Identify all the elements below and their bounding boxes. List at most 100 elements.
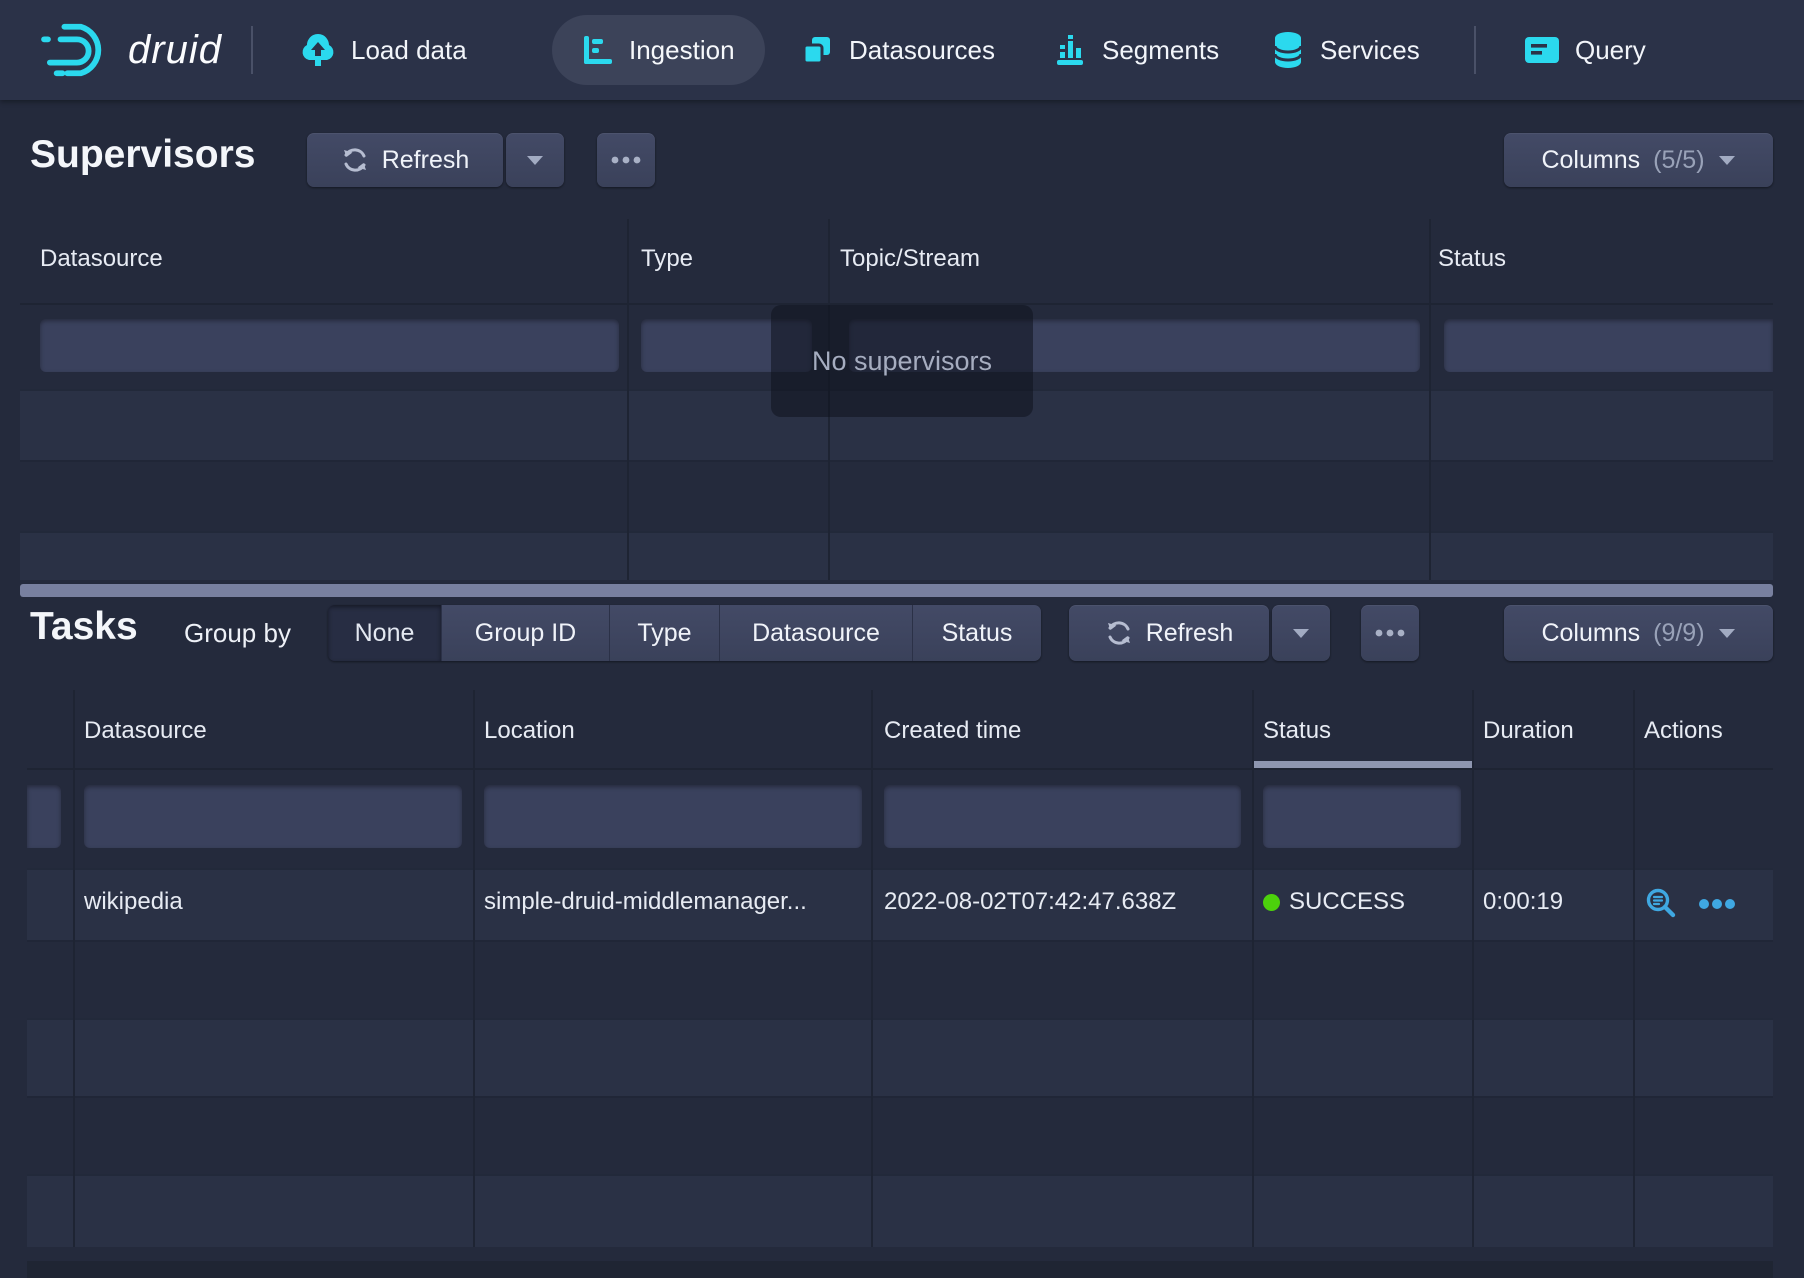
datasources-icon: [800, 33, 834, 67]
row-divider: [27, 1096, 1773, 1098]
task-detail-search-icon[interactable]: [1644, 887, 1678, 921]
row-divider: [27, 940, 1773, 942]
supervisors-col-type[interactable]: Type: [641, 245, 693, 273]
task-created-time-cell: 2022-08-02T07:42:47.638Z: [884, 888, 1239, 916]
tasks-created-time-filter-input[interactable]: [884, 785, 1241, 848]
supervisors-table: Datasource Type Topic/Stream Status No s…: [20, 219, 1773, 580]
row-divider: [27, 1174, 1773, 1176]
nav-ingestion-active[interactable]: Ingestion: [552, 15, 765, 85]
task-location-cell: simple-druid-middlemanager...: [484, 888, 859, 916]
column-divider[interactable]: [1633, 690, 1635, 1247]
supervisors-title: Supervisors: [30, 133, 255, 177]
tasks-title: Tasks: [30, 605, 138, 649]
nav-datasources-label: Datasources: [849, 35, 995, 66]
tasks-col-datasource[interactable]: Datasource: [84, 717, 207, 745]
nav-services[interactable]: Services: [1271, 0, 1420, 100]
supervisors-col-datasource[interactable]: Datasource: [40, 245, 163, 273]
tasks-col-status-sorted[interactable]: Status: [1263, 717, 1331, 745]
chevron-down-icon: [1718, 627, 1736, 639]
empty-row: [20, 531, 1773, 580]
row-divider: [27, 1018, 1773, 1020]
no-supervisors-overlay: No supervisors: [771, 305, 1033, 417]
ingestion-icon: [582, 34, 614, 66]
supervisors-more-button[interactable]: [597, 133, 655, 187]
tasks-refresh-caret-button[interactable]: [1272, 605, 1330, 661]
nav-query-label: Query: [1575, 35, 1646, 66]
supervisors-refresh-button[interactable]: Refresh: [307, 133, 503, 187]
tasks-refresh-label: Refresh: [1146, 619, 1234, 648]
column-divider[interactable]: [1252, 690, 1254, 1247]
supervisors-col-topic-stream[interactable]: Topic/Stream: [840, 245, 980, 273]
group-by-none-button[interactable]: None: [328, 605, 442, 661]
nav-query[interactable]: Query: [1524, 0, 1646, 100]
nav-datasources[interactable]: Datasources: [800, 0, 995, 100]
upload-icon: [300, 32, 336, 68]
tasks-location-filter-input[interactable]: [484, 785, 862, 848]
tasks-more-button[interactable]: [1361, 605, 1419, 661]
task-actions-cell: [1644, 887, 1736, 921]
druid-logo-text: druid: [128, 28, 222, 73]
query-icon: [1524, 35, 1560, 65]
refresh-icon: [341, 146, 369, 174]
tasks-datasource-filter-input[interactable]: [84, 785, 462, 848]
supervisors-datasource-filter-input[interactable]: [40, 319, 619, 372]
tasks-status-filter-input[interactable]: [1263, 785, 1461, 848]
task-status-cell: SUCCESS: [1263, 888, 1405, 916]
tasks-refresh-button[interactable]: Refresh: [1069, 605, 1269, 661]
group-by-datasource-button[interactable]: Datasource: [720, 605, 913, 661]
nav-services-label: Services: [1320, 35, 1420, 66]
header-divider: [27, 768, 1773, 770]
group-by-segmented-control: None Group ID Type Datasource Status: [328, 605, 1041, 661]
supervisors-columns-button[interactable]: Columns (5/5): [1504, 133, 1773, 187]
empty-row: [27, 1018, 1773, 1096]
column-divider[interactable]: [1472, 690, 1474, 1247]
empty-row: [27, 1174, 1773, 1247]
tasks-col-created-time[interactable]: Created time: [884, 717, 1021, 745]
tasks-hidden-column-filter-input[interactable]: [27, 785, 61, 848]
group-by-type-button[interactable]: Type: [610, 605, 720, 661]
column-divider[interactable]: [473, 690, 475, 1247]
column-divider[interactable]: [73, 690, 75, 1247]
task-datasource-cell: wikipedia: [84, 888, 459, 916]
druid-console: druid Load data: [0, 0, 1804, 1278]
task-row-wikipedia[interactable]: wikipedia simple-druid-middlemanager... …: [27, 868, 1773, 940]
row-divider: [20, 531, 1773, 533]
tasks-table: Datasource Location Created time Status …: [27, 690, 1773, 1247]
task-duration-cell: 0:00:19: [1483, 888, 1623, 916]
column-divider[interactable]: [871, 690, 873, 1247]
no-supervisors-message: No supervisors: [812, 346, 992, 377]
tasks-columns-label: Columns: [1541, 619, 1640, 648]
tasks-horizontal-scrollbar-track[interactable]: [27, 1261, 1773, 1278]
supervisors-horizontal-scrollbar[interactable]: [20, 584, 1773, 597]
nav-load-data[interactable]: Load data: [300, 0, 467, 100]
nav-ingestion-label: Ingestion: [629, 35, 735, 66]
task-more-actions-icon[interactable]: [1698, 898, 1736, 910]
group-by-group-id-button[interactable]: Group ID: [442, 605, 610, 661]
status-sort-indicator: [1252, 761, 1472, 768]
refresh-icon: [1105, 619, 1133, 647]
tasks-col-duration[interactable]: Duration: [1483, 717, 1574, 745]
supervisors-refresh-caret-button[interactable]: [506, 133, 564, 187]
nav-segments-label: Segments: [1102, 35, 1219, 66]
nav-load-data-label: Load data: [351, 35, 467, 66]
column-divider[interactable]: [627, 219, 629, 580]
nav-segments[interactable]: Segments: [1053, 0, 1219, 100]
tasks-columns-button[interactable]: Columns (9/9): [1504, 605, 1773, 661]
nav-divider: [1474, 26, 1476, 74]
row-divider: [20, 460, 1773, 462]
success-status-dot: [1263, 894, 1280, 911]
druid-logo-icon: [38, 19, 116, 81]
chevron-down-icon: [526, 154, 544, 166]
group-by-status-button[interactable]: Status: [913, 605, 1041, 661]
tasks-col-location[interactable]: Location: [484, 717, 575, 745]
task-status-text: SUCCESS: [1289, 888, 1405, 916]
services-icon: [1271, 31, 1305, 69]
tasks-col-actions[interactable]: Actions: [1644, 717, 1723, 745]
chevron-down-icon: [1718, 154, 1736, 166]
column-divider[interactable]: [1429, 219, 1431, 580]
druid-logo[interactable]: druid: [38, 0, 222, 100]
supervisors-col-status[interactable]: Status: [1438, 245, 1506, 273]
more-icon: [1375, 629, 1405, 637]
supervisors-status-filter-input[interactable]: [1444, 319, 1773, 372]
group-by-label: Group by: [184, 618, 291, 649]
